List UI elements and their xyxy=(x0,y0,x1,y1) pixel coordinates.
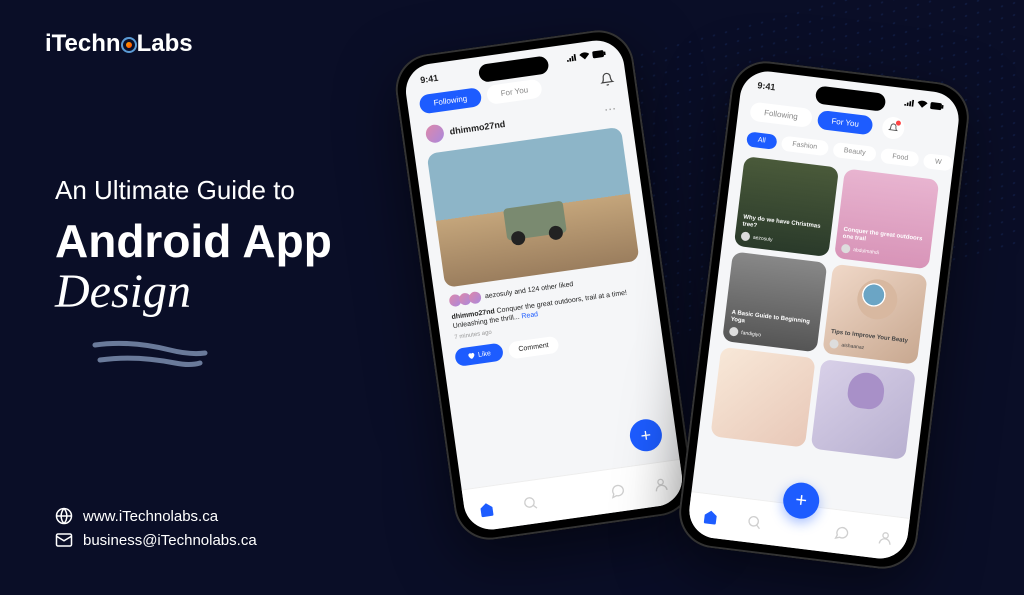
card-avatar xyxy=(740,231,750,241)
main-heading: An Ultimate Guide to Android App Design xyxy=(55,175,332,319)
phone-mockup-1: 9:41 Following For You dhimmo27nd ⋯ xyxy=(391,26,697,545)
tab-foryou[interactable]: For You xyxy=(817,109,874,135)
tab-following[interactable]: Following xyxy=(418,87,482,114)
liker-avatar xyxy=(468,291,482,305)
like-label: Like xyxy=(478,350,492,359)
logo-text-pre: iTechn xyxy=(45,30,121,57)
logo-text-post: Labs xyxy=(137,30,193,57)
nav-search[interactable] xyxy=(521,494,539,512)
nav-spacer xyxy=(565,487,583,505)
heading-line1: An Ultimate Guide to xyxy=(55,175,332,206)
content-grid: Why do we have Christmas tree? aezosuly … xyxy=(698,149,952,468)
status-time: 9:41 xyxy=(757,80,776,92)
chip-beauty[interactable]: Beauty xyxy=(832,142,877,162)
heading-line3: Design xyxy=(55,264,332,319)
comment-button[interactable]: Comment xyxy=(507,335,559,359)
card-username: abdulmahdi xyxy=(853,247,879,256)
nav-profile[interactable] xyxy=(876,529,894,547)
nav-spacer xyxy=(789,518,807,536)
tab-foryou[interactable]: For You xyxy=(486,78,544,105)
card-avatar xyxy=(729,327,739,337)
card-username: fandigiyo xyxy=(741,330,762,338)
website-text: www.iTechnolabs.ca xyxy=(83,508,218,525)
phone2-screen: 9:41 Following For You All Fashion Beaut… xyxy=(686,68,962,561)
more-icon[interactable]: ⋯ xyxy=(603,101,617,117)
nav-home[interactable] xyxy=(702,507,720,525)
bottom-nav xyxy=(462,459,686,533)
wifi-icon xyxy=(917,100,928,109)
fab-add-button[interactable]: + xyxy=(628,417,664,453)
status-icons xyxy=(904,98,945,113)
notification-button[interactable] xyxy=(881,116,906,141)
post-username[interactable]: dhimmo27nd xyxy=(449,119,506,137)
jeep-illustration xyxy=(503,200,567,240)
battery-icon xyxy=(592,49,607,59)
notification-dot xyxy=(896,120,902,126)
wifi-icon xyxy=(579,51,590,60)
card-username: aishaanaz xyxy=(841,342,864,351)
chip-all[interactable]: All xyxy=(746,131,777,150)
globe-icon xyxy=(55,507,73,525)
content-card[interactable]: Why do we have Christmas tree? aezosuly xyxy=(734,156,839,257)
nav-profile[interactable] xyxy=(652,475,670,493)
comment-label: Comment xyxy=(518,342,549,353)
phone-mockups: 9:41 Following For You dhimmo27nd ⋯ xyxy=(424,40,964,560)
logo-o-icon xyxy=(121,37,137,53)
bell-icon[interactable] xyxy=(599,71,615,87)
signal-icon xyxy=(566,53,577,62)
contact-website: www.iTechnolabs.ca xyxy=(55,507,257,525)
card-username: aezosuly xyxy=(753,234,773,242)
read-more-link[interactable]: Read xyxy=(521,311,539,320)
contact-email: business@iTechnolabs.ca xyxy=(55,531,257,549)
battery-icon xyxy=(930,101,945,111)
mail-icon xyxy=(55,531,73,549)
phone1-screen: 9:41 Following For You dhimmo27nd ⋯ xyxy=(402,37,685,533)
swoosh-decoration xyxy=(90,335,210,375)
user-avatar[interactable] xyxy=(425,124,445,144)
content-card[interactable] xyxy=(710,347,815,448)
tab-following[interactable]: Following xyxy=(749,101,813,127)
brand-logo: iTechn Labs xyxy=(45,30,193,58)
like-button[interactable]: Like xyxy=(454,343,504,367)
chip-more[interactable]: W xyxy=(923,153,953,171)
heart-icon xyxy=(467,351,476,360)
content-card[interactable]: A Basic Guide to Beginning Yoga fandigiy… xyxy=(722,251,827,352)
signal-icon xyxy=(904,98,915,107)
chip-fashion[interactable]: Fashion xyxy=(781,136,829,157)
contact-info: www.iTechnolabs.ca business@iTechnolabs.… xyxy=(55,507,257,555)
card-avatar xyxy=(841,244,851,254)
content-card[interactable]: Conquer the great outdoors one trail abd… xyxy=(834,168,939,269)
nav-search[interactable] xyxy=(745,513,763,531)
status-time: 9:41 xyxy=(420,73,439,85)
status-icons xyxy=(566,49,607,64)
email-text: business@iTechnolabs.ca xyxy=(83,532,257,549)
phone-mockup-2: 9:41 Following For You All Fashion Beaut… xyxy=(675,57,973,573)
nav-chat[interactable] xyxy=(608,481,626,499)
heading-line2: Android App xyxy=(55,214,332,268)
content-card[interactable] xyxy=(811,359,916,460)
chip-food[interactable]: Food xyxy=(880,148,920,168)
post-image[interactable] xyxy=(427,127,640,288)
content-card[interactable]: Tips to Improve Your Beaty aishaanaz xyxy=(822,264,927,365)
nav-home[interactable] xyxy=(478,500,496,518)
card-avatar xyxy=(829,339,839,349)
nav-chat[interactable] xyxy=(833,523,851,541)
